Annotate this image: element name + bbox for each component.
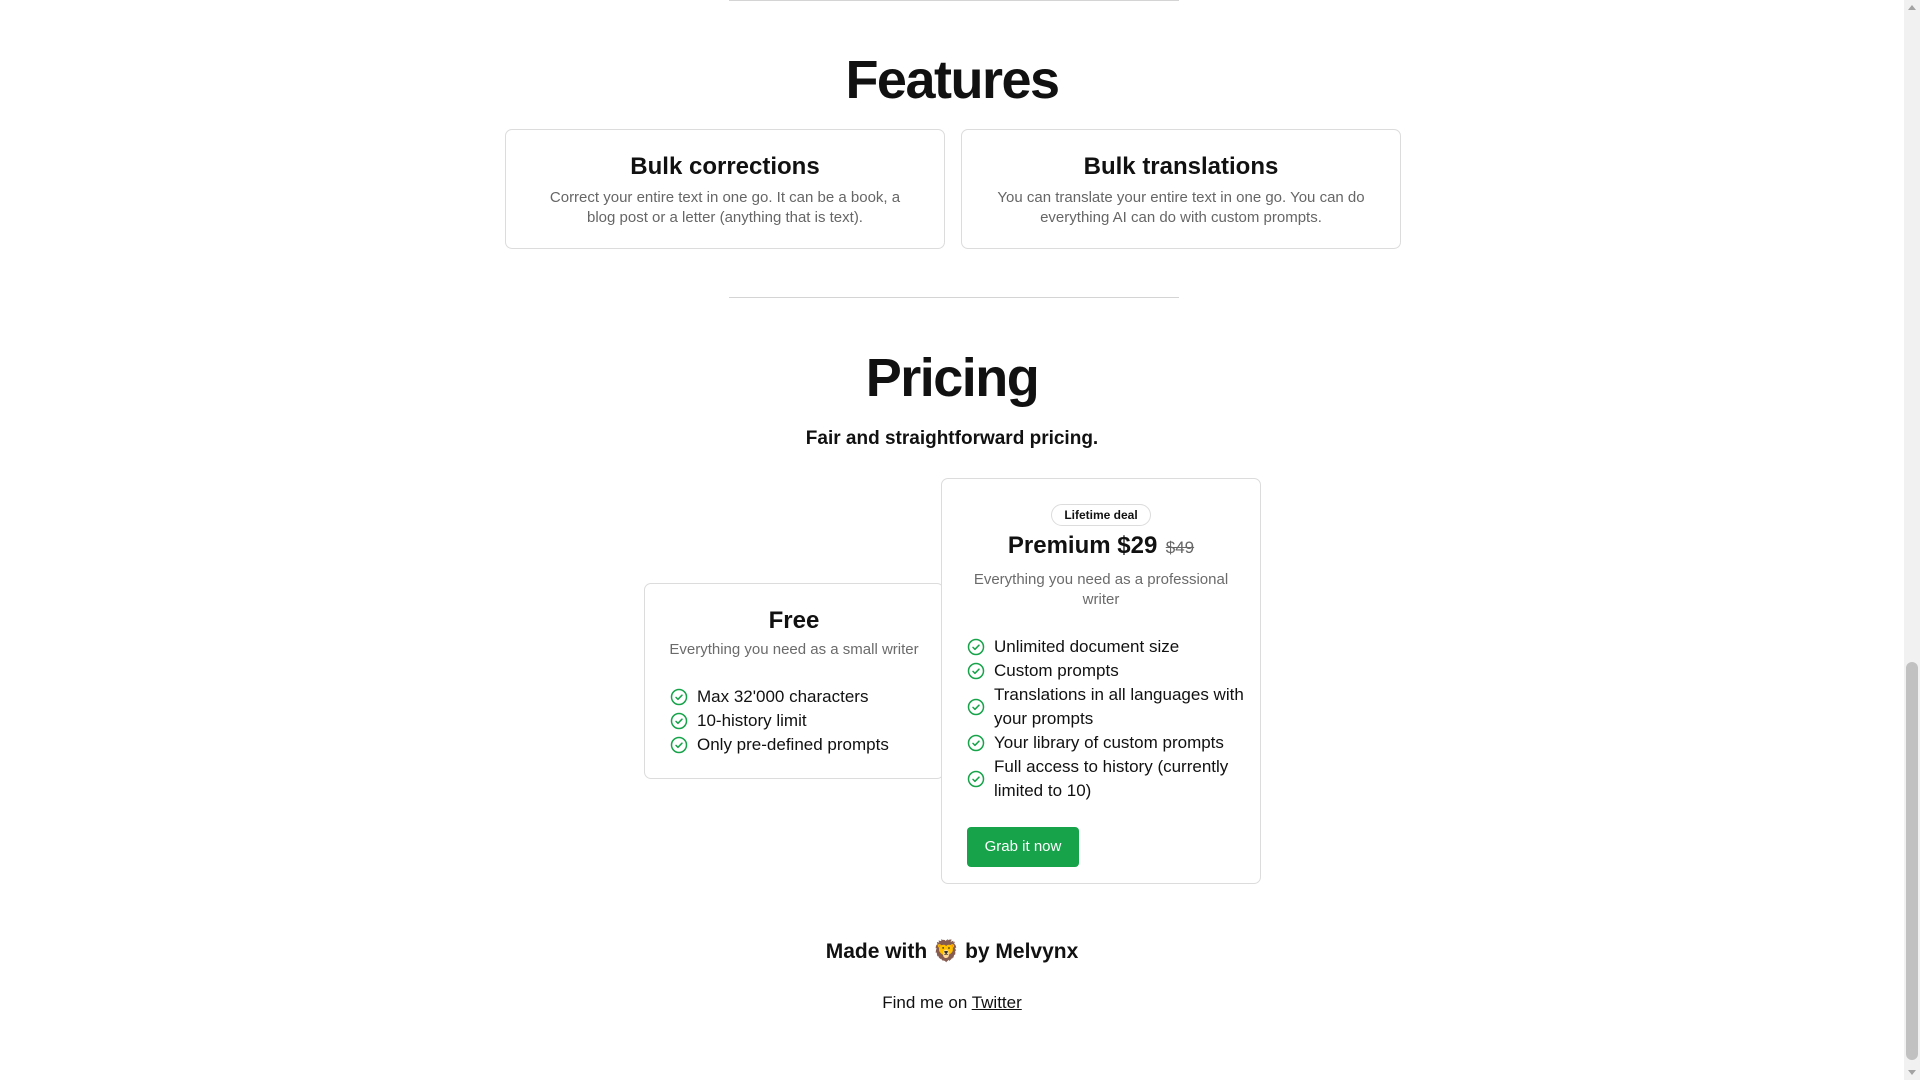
- plan-feature-item: 10-history limit: [670, 709, 943, 733]
- made-with-heading: Made with 🦁 by Melvynx: [0, 940, 1904, 964]
- check-circle-icon: [967, 734, 985, 752]
- feature-card-bulk-corrections: Bulk corrections Correct your entire tex…: [505, 129, 945, 249]
- free-feature-list: Max 32'000 characters 10-history limit O…: [645, 685, 943, 757]
- plan-name: Free: [768, 607, 820, 634]
- feature-card-description: Correct your entire text in one go. It c…: [549, 189, 901, 226]
- old-price: $49: [1165, 538, 1195, 557]
- premium-plan-card: Lifetime deal Premium $29 $49 Everything…: [941, 478, 1261, 884]
- plan-description: Everything you need as a professional wr…: [973, 571, 1229, 608]
- grab-it-now-button[interactable]: Grab it now: [967, 827, 1079, 867]
- plan-feature-item: Only pre-defined prompts: [670, 733, 943, 757]
- lion-emoji-icon: 🦁: [933, 940, 960, 963]
- plan-feature-item: Translations in all languages with your …: [967, 683, 1260, 731]
- plan-feature-item: Full access to history (currently limite…: [967, 755, 1260, 803]
- pricing-subtitle: Fair and straightforward pricing.: [805, 428, 1099, 449]
- section-divider: [729, 297, 1179, 298]
- find-me-prefix: Find me on: [882, 993, 968, 1012]
- plan-feature-label: Full access to history (currently limite…: [994, 757, 1229, 800]
- feature-card-title: Bulk corrections: [630, 153, 820, 180]
- free-plan-card: Free Everything you need as a small writ…: [644, 583, 944, 779]
- plan-feature-label: Unlimited document size: [994, 637, 1180, 656]
- plan-feature-item: Custom prompts: [967, 659, 1260, 683]
- plan-description: Everything you need as a small writer: [669, 641, 919, 658]
- premium-feature-list: Unlimited document size Custom prompts T…: [942, 635, 1260, 803]
- plan-feature-label: 10-history limit: [697, 711, 807, 730]
- scroll-down-arrow-icon[interactable]: [1908, 1070, 1916, 1075]
- plan-feature-item: Your library of custom prompts: [967, 731, 1260, 755]
- made-with-suffix: by Melvynx: [965, 940, 1079, 963]
- scroll-up-arrow-icon[interactable]: [1908, 5, 1916, 10]
- feature-card-title: Bulk translations: [1083, 153, 1279, 180]
- plan-feature-label: Custom prompts: [994, 661, 1119, 680]
- check-circle-icon: [967, 638, 985, 656]
- check-circle-icon: [967, 662, 985, 680]
- feature-card-description: You can translate your entire text in on…: [997, 189, 1365, 226]
- plan-feature-item: Unlimited document size: [967, 635, 1260, 659]
- find-me-line: Find me on Twitter: [0, 993, 1904, 1013]
- premium-price-line: Premium $29 $49: [942, 530, 1260, 565]
- check-circle-icon: [670, 688, 688, 706]
- plan-feature-label: Only pre-defined prompts: [697, 735, 889, 754]
- plan-feature-item: Max 32'000 characters: [670, 685, 943, 709]
- plan-feature-label: Your library of custom prompts: [994, 733, 1224, 752]
- plan-name: Premium $29: [1007, 532, 1158, 559]
- check-circle-icon: [967, 698, 985, 716]
- check-circle-icon: [670, 736, 688, 754]
- lifetime-deal-badge: Lifetime deal: [1051, 504, 1151, 526]
- plan-feature-label: Translations in all languages with your …: [994, 685, 1244, 728]
- check-circle-icon: [967, 770, 985, 788]
- vertical-scrollbar[interactable]: [1904, 0, 1920, 1080]
- made-with-prefix: Made with: [825, 940, 928, 963]
- top-divider: [729, 0, 1179, 1]
- twitter-link[interactable]: Twitter: [972, 993, 1022, 1012]
- features-title: Features: [845, 50, 1060, 110]
- pricing-title: Pricing: [865, 348, 1040, 408]
- check-circle-icon: [670, 712, 688, 730]
- plan-feature-label: Max 32'000 characters: [697, 687, 869, 706]
- scrollbar-thumb[interactable]: [1906, 662, 1918, 1060]
- feature-card-bulk-translations: Bulk translations You can translate your…: [961, 129, 1401, 249]
- page: Features Bulk corrections Correct your e…: [0, 0, 1904, 1080]
